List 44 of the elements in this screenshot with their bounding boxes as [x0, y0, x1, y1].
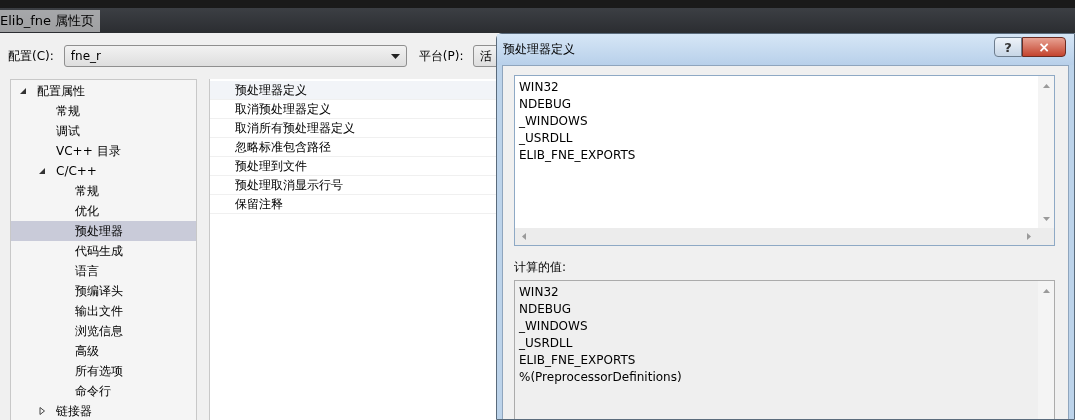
scroll-down-icon[interactable]: [1042, 215, 1050, 222]
computed-line: NDEBUG: [519, 301, 573, 318]
computed-line: _USRDLL: [519, 335, 574, 352]
window-title: Elib_fne 属性页: [0, 9, 101, 32]
computed-line: WIN32: [519, 284, 560, 301]
expanded-arrow-icon[interactable]: [38, 167, 46, 175]
tree-item[interactable]: 预编译头: [11, 281, 196, 301]
tree-item[interactable]: 命令行: [11, 381, 196, 401]
definition-line: _USRDLL: [519, 130, 574, 147]
tree-item[interactable]: 常规: [11, 181, 196, 201]
tree-item[interactable]: 常规: [11, 101, 196, 121]
config-label: 配置(C):: [8, 47, 54, 65]
expanded-arrow-icon[interactable]: [19, 87, 27, 95]
tree-item[interactable]: 配置属性: [11, 81, 196, 101]
tree-item[interactable]: 调试: [11, 121, 196, 141]
computed-line: _WINDOWS: [519, 318, 589, 335]
definition-line: NDEBUG: [519, 96, 573, 113]
caret-icon: [390, 53, 400, 59]
scroll-up-icon[interactable]: [1042, 287, 1050, 294]
platform-label: 平台(P):: [418, 47, 464, 65]
scroll-up-icon[interactable]: [1042, 82, 1050, 89]
tree-item[interactable]: 代码生成: [11, 241, 196, 261]
computed-line: ELIB_FNE_EXPORTS: [519, 352, 637, 369]
definitions-field[interactable]: WIN32 NDEBUG _WINDOWS _USRDLL ELIB_FNE_EXPORTS: [514, 75, 1055, 246]
tree-item[interactable]: 优化: [11, 201, 196, 221]
tree-item[interactable]: C/C++: [11, 161, 196, 181]
tree-item[interactable]: 所有选项: [11, 361, 196, 381]
scroll-right-icon[interactable]: [1025, 233, 1032, 240]
tree-item[interactable]: 高级: [11, 341, 196, 361]
help-button[interactable]: ?: [994, 37, 1022, 57]
definition-line: ELIB_FNE_EXPORTS: [519, 147, 637, 164]
tree-item[interactable]: VC++ 目录: [11, 141, 196, 161]
definition-line: _WINDOWS: [519, 113, 589, 130]
tree-item[interactable]: 输出文件: [11, 301, 196, 321]
definition-line: WIN32: [519, 79, 560, 96]
tree-item[interactable]: 链接器: [11, 401, 196, 420]
tree-item[interactable]: 浏览信息: [11, 321, 196, 341]
config-dropdown[interactable]: fne_r: [63, 45, 407, 67]
computed-label: 计算的值:: [514, 259, 568, 276]
computed-line: %(PreprocessorDefinitions): [519, 369, 683, 386]
scroll-left-icon[interactable]: [521, 233, 528, 240]
collapsed-arrow-icon[interactable]: [38, 407, 46, 415]
tree-item[interactable]: 预处理器: [11, 221, 196, 241]
tree-item[interactable]: 语言: [11, 261, 196, 281]
